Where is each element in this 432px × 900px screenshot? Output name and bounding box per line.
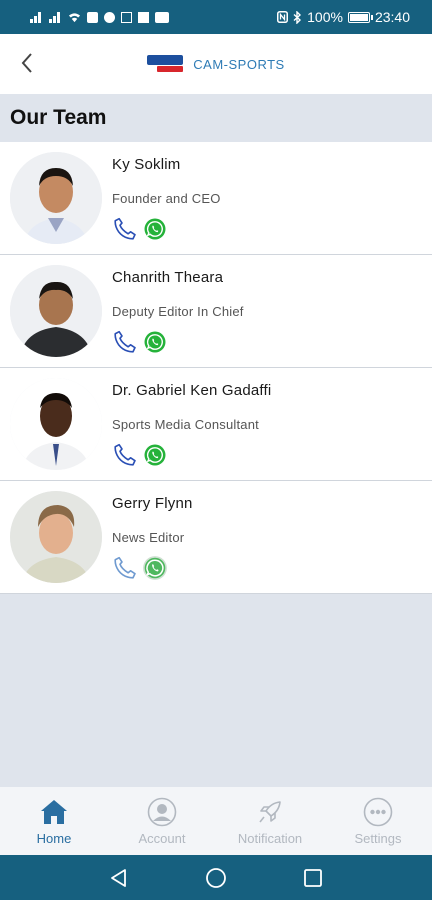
team-member-card: Ky Soklim Founder and CEO [0, 142, 432, 255]
system-nav-bar [0, 855, 432, 900]
phone-icon [114, 330, 136, 353]
avatar [10, 491, 102, 583]
triangle-back-icon [110, 868, 126, 887]
team-list: Ky Soklim Founder and CEO Chanrith Thear… [0, 142, 432, 594]
avatar [10, 265, 102, 357]
whatsapp-icon [143, 556, 167, 580]
member-name: Ky Soklim [112, 156, 181, 173]
member-actions [112, 216, 168, 242]
phone-icon [114, 443, 136, 466]
status-right: 100% 23:40 [277, 9, 410, 25]
notification-app-icon [155, 11, 169, 23]
notification-app-icon [121, 11, 132, 23]
member-actions [112, 329, 168, 355]
nav-settings[interactable]: Settings [324, 787, 432, 855]
signal-icon [49, 11, 62, 23]
system-home-button[interactable] [204, 866, 228, 890]
status-icons [30, 11, 169, 24]
notification-app-icon [138, 11, 149, 23]
app-header: CAM-SPORTS [0, 34, 432, 94]
call-button[interactable] [112, 216, 138, 242]
chevron-left-icon [21, 53, 32, 73]
signal-icon [30, 11, 43, 23]
member-actions [112, 555, 168, 581]
nav-label: Notification [237, 830, 303, 846]
member-name: Gerry Flynn [112, 495, 193, 512]
nav-home[interactable]: Home [0, 787, 108, 855]
member-role: News Editor [112, 530, 185, 545]
rocket-icon [255, 797, 285, 827]
whatsapp-icon [144, 218, 166, 240]
phone-icon [114, 217, 136, 240]
member-name: Chanrith Theara [112, 269, 224, 286]
battery-percent: 100% [307, 9, 343, 25]
whatsapp-icon [144, 331, 166, 353]
member-role: Deputy Editor In Chief [112, 304, 244, 319]
nav-notification[interactable]: Notification [216, 787, 324, 855]
whatsapp-button[interactable] [142, 329, 168, 355]
call-button[interactable] [112, 442, 138, 468]
team-member-card: Gerry Flynn News Editor [0, 481, 432, 594]
clock: 23:40 [374, 9, 410, 25]
bottom-nav: Home Account Notification Settings [0, 787, 432, 855]
home-icon [39, 797, 69, 827]
cam-sports-logo [147, 55, 184, 73]
page-title: Our Team [0, 94, 432, 142]
back-button[interactable] [12, 48, 42, 78]
wifi-icon [68, 12, 81, 22]
whatsapp-button[interactable] [142, 216, 168, 242]
notification-app-icon [104, 11, 115, 23]
call-button[interactable] [112, 329, 138, 355]
whatsapp-button[interactable] [142, 555, 168, 581]
avatar [10, 152, 102, 244]
circle-home-icon [206, 867, 226, 888]
whatsapp-icon [144, 444, 166, 466]
team-member-card: Dr. Gabriel Ken Gadaffi Sports Media Con… [0, 368, 432, 481]
more-icon [363, 797, 393, 827]
account-icon [147, 797, 177, 827]
system-recents-button[interactable] [301, 866, 325, 890]
status-bar: 100% 23:40 [0, 0, 432, 34]
nav-account[interactable]: Account [108, 787, 216, 855]
battery-icon [347, 11, 373, 23]
nav-label: Settings [354, 830, 402, 846]
nfc-icon [277, 11, 289, 23]
whatsapp-button[interactable] [142, 442, 168, 468]
member-role: Founder and CEO [112, 191, 221, 206]
phone-icon [114, 556, 136, 579]
nav-label: Home [36, 830, 72, 846]
member-name: Dr. Gabriel Ken Gadaffi [112, 382, 272, 399]
square-recents-icon [304, 868, 323, 887]
nav-label: Account [138, 830, 186, 846]
member-role: Sports Media Consultant [112, 417, 259, 432]
call-button[interactable] [112, 555, 138, 581]
notification-app-icon [87, 11, 98, 23]
team-member-card: Chanrith Theara Deputy Editor In Chief [0, 255, 432, 368]
brand: CAM-SPORTS [147, 55, 284, 73]
bluetooth-icon [293, 10, 302, 24]
system-back-button[interactable] [107, 866, 131, 890]
brand-name: CAM-SPORTS [193, 56, 285, 72]
avatar [10, 378, 102, 470]
member-actions [112, 442, 168, 468]
